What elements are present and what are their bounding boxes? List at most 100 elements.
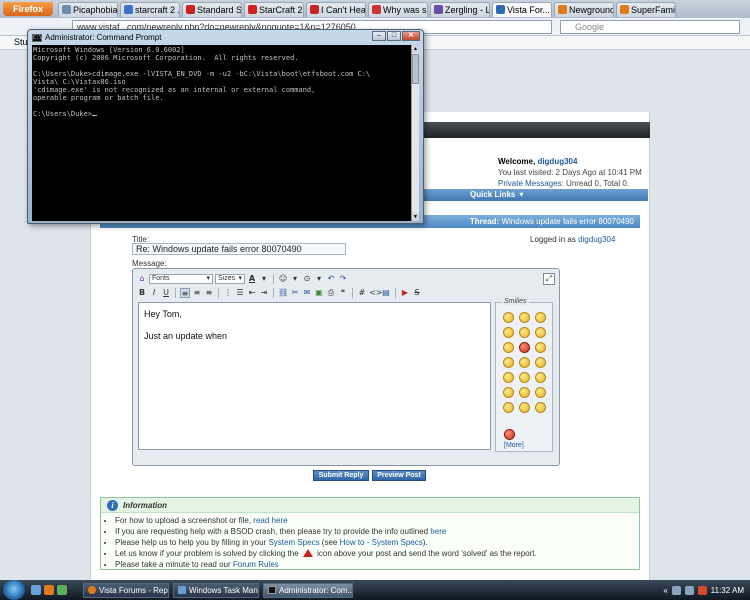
toggle-mode-icon[interactable]: ⤢ bbox=[543, 273, 555, 285]
home-icon[interactable]: ⌂ bbox=[137, 274, 147, 284]
devil-smiley-icon[interactable] bbox=[504, 429, 515, 440]
smiley-icon[interactable] bbox=[519, 327, 530, 338]
code-icon[interactable]: <> bbox=[369, 288, 382, 298]
strikethrough-icon[interactable]: S bbox=[412, 288, 422, 298]
undo-icon[interactable]: ↶ bbox=[326, 274, 336, 284]
angry-smiley-icon[interactable] bbox=[519, 342, 530, 353]
minimize-button[interactable]: – bbox=[372, 31, 386, 41]
attachment-icon[interactable]: ⎙ bbox=[326, 288, 336, 298]
ordered-list-icon[interactable]: ⋮ bbox=[223, 288, 233, 298]
align-left-icon[interactable]: ≡ bbox=[180, 288, 190, 298]
task-task-manager[interactable]: Windows Task Man... bbox=[173, 582, 259, 598]
insert-icon[interactable]: ⊙ bbox=[302, 274, 312, 284]
chevron-down-icon[interactable]: ▾ bbox=[314, 274, 324, 284]
font-select[interactable]: Fonts ▾ bbox=[149, 274, 213, 284]
scroll-thumb[interactable] bbox=[412, 54, 419, 84]
outdent-icon[interactable]: ⇤ bbox=[247, 288, 257, 298]
youtube-icon[interactable]: ▶ bbox=[400, 288, 410, 298]
task-firefox[interactable]: Vista Forums - Repl... bbox=[83, 582, 169, 598]
maximize-button[interactable]: □ bbox=[387, 31, 401, 41]
read-here-link[interactable]: read here bbox=[253, 516, 287, 525]
indent-icon[interactable]: ⇥ bbox=[259, 288, 269, 298]
underline-icon[interactable]: U bbox=[161, 288, 171, 298]
tab-3[interactable]: StarCraft 2 ... bbox=[244, 1, 304, 17]
smiley-icon[interactable] bbox=[535, 312, 546, 323]
tab-8[interactable]: Newground... bbox=[554, 1, 614, 17]
tab-1[interactable]: starcraft 2 ... bbox=[120, 1, 180, 17]
smiley-icon[interactable] bbox=[503, 312, 514, 323]
chevron-down-icon[interactable]: ▾ bbox=[259, 274, 269, 284]
smiley-icon[interactable] bbox=[535, 342, 546, 353]
how-to-system-specs-link[interactable]: How to - System Specs bbox=[340, 538, 423, 547]
private-messages-link[interactable]: Private Messages bbox=[498, 179, 562, 188]
align-center-icon[interactable]: ≡ bbox=[192, 288, 202, 298]
smiley-icon[interactable] bbox=[503, 327, 514, 338]
quick-links-menu[interactable]: Quick Links bbox=[470, 190, 515, 199]
clock[interactable]: 11:32 AM bbox=[711, 586, 744, 595]
message-textarea[interactable]: Hey Tom, Just an update when bbox=[138, 302, 491, 450]
scroll-down-icon[interactable]: ▼ bbox=[412, 213, 419, 221]
start-button[interactable] bbox=[3, 580, 25, 600]
cmd-scrollbar[interactable]: ▲ ▼ bbox=[411, 45, 419, 221]
network-icon[interactable] bbox=[671, 585, 681, 595]
smiley-icon[interactable] bbox=[519, 357, 530, 368]
image-icon[interactable]: ▣ bbox=[314, 288, 324, 298]
more-smilies-link[interactable]: [More] bbox=[504, 442, 524, 449]
smiley-icon[interactable] bbox=[503, 342, 514, 353]
redo-icon[interactable]: ↷ bbox=[338, 274, 348, 284]
italic-icon[interactable]: I bbox=[149, 288, 159, 298]
smiley-icon[interactable] bbox=[503, 372, 514, 383]
quote-icon[interactable]: ❝ bbox=[338, 288, 348, 298]
show-desktop-icon[interactable] bbox=[31, 585, 41, 595]
cmd-title-bar[interactable]: C:\ Administrator: Command Prompt bbox=[32, 32, 161, 44]
smiley-icon[interactable] bbox=[519, 402, 530, 413]
smiley-icon[interactable] bbox=[519, 372, 530, 383]
smiley-icon[interactable] bbox=[503, 402, 514, 413]
search-input[interactable]: Google bbox=[560, 20, 740, 34]
system-specs-link[interactable]: System Specs bbox=[268, 538, 319, 547]
preview-post-button[interactable]: Preview Post bbox=[372, 470, 426, 481]
security-icon[interactable] bbox=[697, 585, 707, 595]
command-prompt-window[interactable]: C:\ Administrator: Command Prompt – □ ✕ M… bbox=[27, 29, 424, 224]
close-button[interactable]: ✕ bbox=[402, 31, 420, 41]
smiley-icon[interactable] bbox=[535, 372, 546, 383]
smiley-icon[interactable] bbox=[519, 387, 530, 398]
text-color-icon[interactable]: A bbox=[247, 274, 257, 284]
chevron-down-icon[interactable]: ▾ bbox=[290, 274, 300, 284]
smiley-icon[interactable] bbox=[535, 327, 546, 338]
smiley-icon[interactable] bbox=[535, 387, 546, 398]
smiley-icon[interactable] bbox=[519, 312, 530, 323]
hash-icon[interactable]: # bbox=[357, 288, 367, 298]
unlink-icon[interactable]: ✂ bbox=[290, 288, 300, 298]
cmd-console[interactable]: Microsoft Windows [Version 6.0.6002] Copy… bbox=[32, 45, 414, 221]
align-right-icon[interactable]: ≡ bbox=[204, 288, 214, 298]
smiley-icon[interactable]: ☺ bbox=[278, 274, 288, 284]
tab-0[interactable]: Picaphobia bbox=[58, 1, 118, 17]
username-link[interactable]: digdug304 bbox=[537, 157, 577, 166]
firefox-menu-button[interactable]: Firefox bbox=[3, 2, 53, 16]
submit-reply-button[interactable]: Submit Reply bbox=[313, 470, 369, 481]
php-icon[interactable]: ▤ bbox=[381, 288, 391, 298]
bsod-here-link[interactable]: here bbox=[430, 527, 446, 536]
chat-icon[interactable] bbox=[57, 585, 67, 595]
email-icon[interactable]: ✉ bbox=[302, 288, 312, 298]
thread-title-link[interactable]: Windows update fails error 80070490 bbox=[501, 217, 634, 226]
scroll-up-icon[interactable]: ▲ bbox=[412, 45, 419, 53]
logged-in-user-link[interactable]: digdug304 bbox=[578, 235, 615, 244]
tab-5[interactable]: Why was six... bbox=[368, 1, 428, 17]
task-command-prompt[interactable]: Administrator: Com... bbox=[263, 582, 353, 598]
volume-icon[interactable] bbox=[684, 585, 694, 595]
unordered-list-icon[interactable]: ☰ bbox=[235, 288, 245, 298]
tab-2[interactable]: Standard St... bbox=[182, 1, 242, 17]
link-icon[interactable]: ⛓ bbox=[278, 288, 288, 298]
tab-4[interactable]: I Can't Hear... bbox=[306, 1, 366, 17]
smiley-icon[interactable] bbox=[535, 402, 546, 413]
size-select[interactable]: Sizes ▾ bbox=[215, 274, 245, 284]
bold-icon[interactable]: B bbox=[137, 288, 147, 298]
tab-6[interactable]: Zergling - Li... bbox=[430, 1, 490, 17]
tray-chevron-icon[interactable]: « bbox=[663, 586, 667, 595]
tab-7-active[interactable]: Vista For... bbox=[492, 1, 552, 17]
forum-rules-link[interactable]: Forum Rules bbox=[233, 560, 279, 569]
smiley-icon[interactable] bbox=[503, 387, 514, 398]
bookmark-item[interactable]: Stu bbox=[4, 37, 28, 47]
